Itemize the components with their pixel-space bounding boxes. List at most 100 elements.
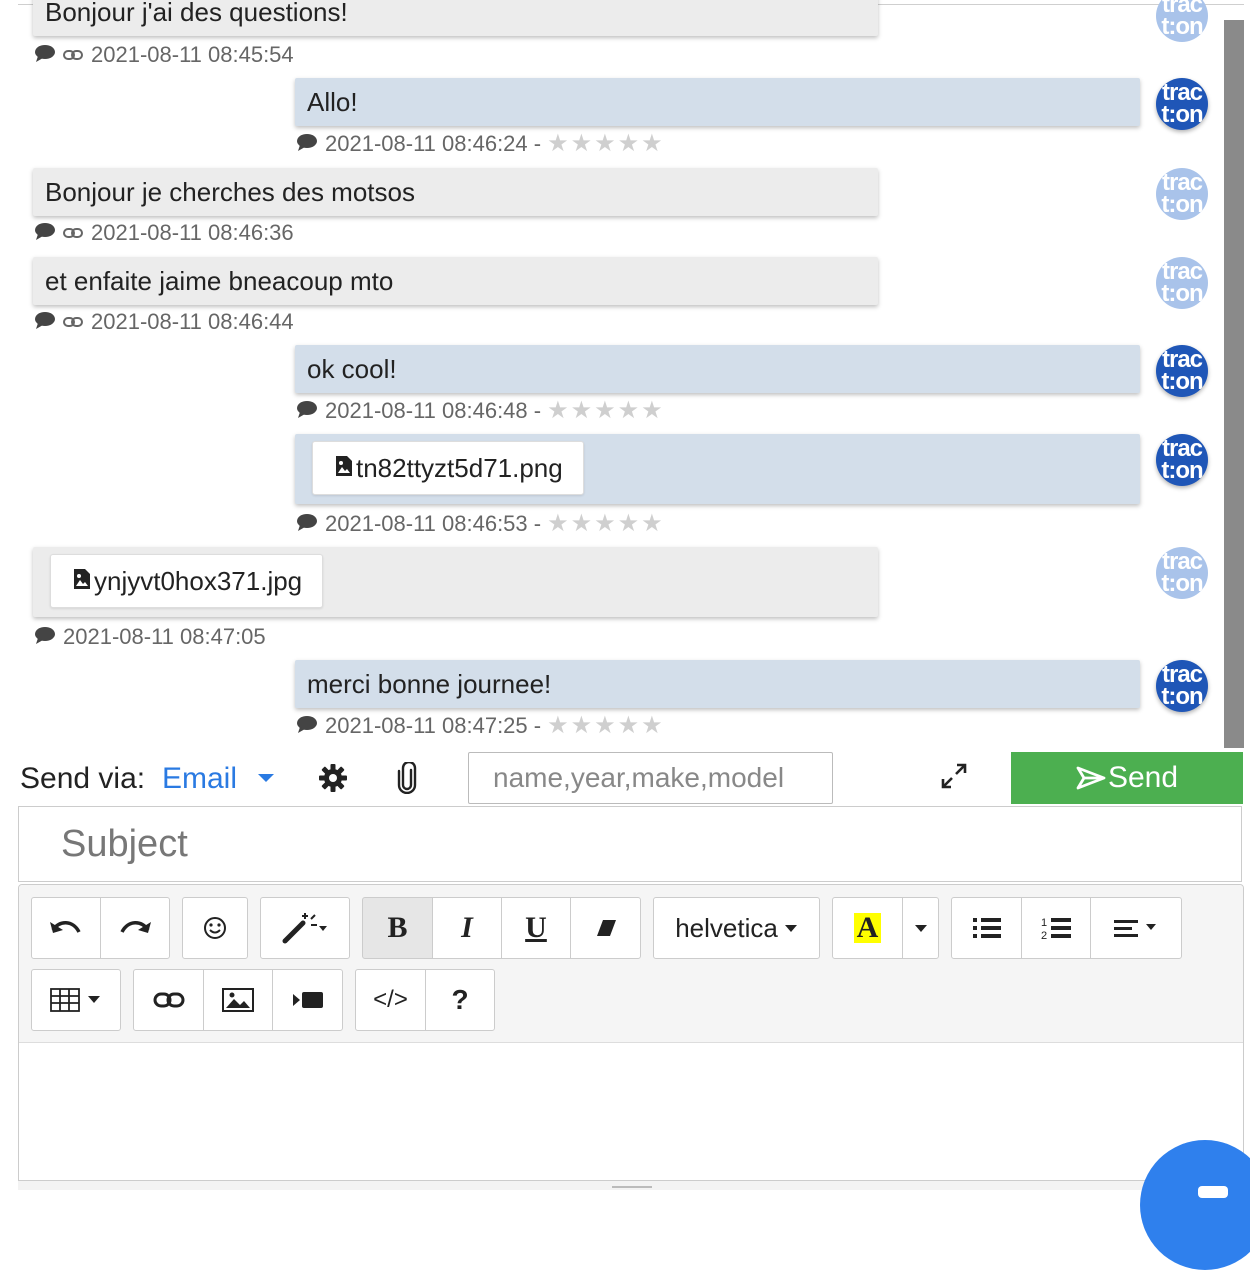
channel-dropdown[interactable]: Email: [162, 762, 237, 796]
avatar: trac t:on: [1156, 168, 1208, 220]
font-family-label: helvetica: [675, 912, 778, 943]
clear-format-button[interactable]: [570, 897, 641, 959]
star-icon: ★: [617, 130, 640, 157]
star-icon: ★: [547, 397, 569, 424]
message-bubble-outgoing: tn82ttyzt5d71.png: [295, 434, 1140, 504]
align-dropdown-button[interactable]: [1090, 897, 1182, 959]
send-bar: Send via: Email Send: [18, 748, 1244, 806]
bullet-list-button[interactable]: [951, 897, 1022, 959]
star-icon: ★: [641, 510, 663, 537]
image-file-icon: [335, 454, 353, 482]
rating-stars[interactable]: ★ ★ ★ ★ ★: [547, 512, 665, 536]
send-label: Send: [1107, 761, 1179, 794]
editor-content-area[interactable]: [19, 1043, 1243, 1183]
paperclip-icon[interactable]: [396, 760, 418, 799]
color-dropdown-button[interactable]: [902, 897, 939, 959]
comment-icon: [297, 398, 317, 424]
star-icon: ★: [570, 397, 593, 424]
attachment-file[interactable]: ynjyvt0hox371.jpg: [50, 554, 324, 608]
rich-text-editor: B I U helvetica A 12 </> ?: [18, 884, 1244, 1184]
attachment-file[interactable]: tn82ttyzt5d71.png: [312, 441, 584, 495]
star-icon: ★: [594, 397, 616, 424]
message-meta: 2021-08-11 08:46:24 - ★ ★ ★ ★ ★: [297, 131, 665, 157]
undo-button[interactable]: [31, 897, 101, 959]
message-bubble-incoming: Bonjour je cherches des motsos: [33, 168, 878, 216]
editor-statusbar: [18, 1180, 1244, 1190]
gear-icon[interactable]: [318, 763, 348, 798]
star-icon: ★: [570, 130, 593, 157]
smiley-icon: [204, 917, 226, 939]
numbered-list-icon: 12: [1041, 917, 1071, 940]
insert-image-button[interactable]: [203, 969, 273, 1031]
italic-label: I: [461, 911, 473, 944]
help-button[interactable]: ?: [425, 969, 495, 1031]
chat-icon: [1198, 1186, 1228, 1198]
message-meta: 2021-08-11 08:47:25 - ★ ★ ★ ★ ★: [297, 713, 665, 739]
comment-icon: [35, 309, 55, 335]
star-icon: ★: [617, 510, 640, 537]
message-bubble-incoming: et enfaite jaime bneacoup mto: [33, 257, 878, 305]
attachment-filename: ynjyvt0hox371.jpg: [94, 566, 303, 596]
avatar: trac t:on: [1156, 257, 1208, 309]
message-timestamp: 2021-08-11 08:46:53 -: [325, 511, 542, 536]
undo-icon: [50, 921, 81, 933]
video-icon: [292, 992, 323, 1008]
italic-button[interactable]: I: [432, 897, 502, 959]
message-text: Bonjour j'ai des questions!: [45, 0, 348, 27]
insert-video-button[interactable]: [272, 969, 343, 1031]
caret-down-icon: [784, 925, 797, 932]
message-meta: 2021-08-11 08:46:53 - ★ ★ ★ ★ ★: [297, 511, 665, 537]
send-arrow-icon: [1076, 766, 1106, 790]
font-family-dropdown[interactable]: helvetica: [653, 897, 820, 959]
style-dropdown-button[interactable]: [260, 897, 350, 959]
avatar: trac t:on: [1156, 78, 1208, 130]
underline-button[interactable]: U: [501, 897, 571, 959]
redo-icon: [120, 921, 151, 933]
caret-down-icon: [914, 925, 927, 932]
message-bubble-incoming: Bonjour j'ai des questions!: [33, 0, 878, 36]
star-icon: ★: [617, 397, 640, 424]
rating-stars[interactable]: ★ ★ ★ ★ ★: [547, 132, 665, 156]
message-text: Bonjour je cherches des motsos: [45, 177, 415, 207]
star-icon: ★: [641, 130, 663, 157]
link-icon[interactable]: [63, 220, 83, 246]
redo-button[interactable]: [100, 897, 170, 959]
underline-label: U: [525, 911, 547, 944]
eraser-icon: [596, 920, 616, 936]
star-icon: ★: [570, 510, 593, 537]
message-text: Allo!: [307, 87, 358, 117]
link-icon[interactable]: [63, 309, 83, 335]
comment-icon: [35, 42, 55, 68]
highlight-color-button[interactable]: A: [832, 897, 903, 959]
rating-stars[interactable]: ★ ★ ★ ★ ★: [547, 714, 665, 738]
subject-input[interactable]: [18, 806, 1242, 882]
resize-handle[interactable]: [612, 1186, 652, 1188]
code-view-button[interactable]: </>: [355, 969, 426, 1031]
code-label: </>: [373, 986, 408, 1013]
chat-scrollbar[interactable]: [1224, 20, 1244, 748]
message-timestamp: 2021-08-11 08:46:48 -: [325, 398, 542, 423]
numbered-list-button[interactable]: 12: [1021, 897, 1091, 959]
comment-icon: [297, 713, 317, 739]
send-button[interactable]: Send: [1011, 752, 1243, 804]
emoji-button[interactable]: [182, 897, 248, 959]
send-via-label: Send via:: [20, 762, 146, 795]
chevron-down-icon[interactable]: [258, 774, 274, 782]
star-icon: ★: [594, 130, 616, 157]
star-icon: ★: [570, 712, 593, 739]
comment-icon: [35, 220, 55, 246]
bold-button[interactable]: B: [362, 897, 433, 959]
insert-link-button[interactable]: [133, 969, 204, 1031]
recipient-search-input[interactable]: [468, 752, 833, 804]
table-dropdown-button[interactable]: [31, 969, 121, 1031]
link-icon[interactable]: [63, 42, 83, 68]
attachment-filename: tn82ttyzt5d71.png: [356, 453, 563, 483]
message-timestamp: 2021-08-11 08:45:54: [91, 42, 294, 67]
message-timestamp: 2021-08-11 08:46:36: [91, 220, 294, 245]
message-timestamp: 2021-08-11 08:46:24 -: [325, 131, 542, 156]
star-icon: ★: [594, 712, 616, 739]
message-bubble-incoming: ynjyvt0hox371.jpg: [33, 547, 878, 617]
expand-icon[interactable]: [940, 762, 968, 795]
comment-icon: [35, 624, 55, 650]
rating-stars[interactable]: ★ ★ ★ ★ ★: [547, 399, 665, 423]
